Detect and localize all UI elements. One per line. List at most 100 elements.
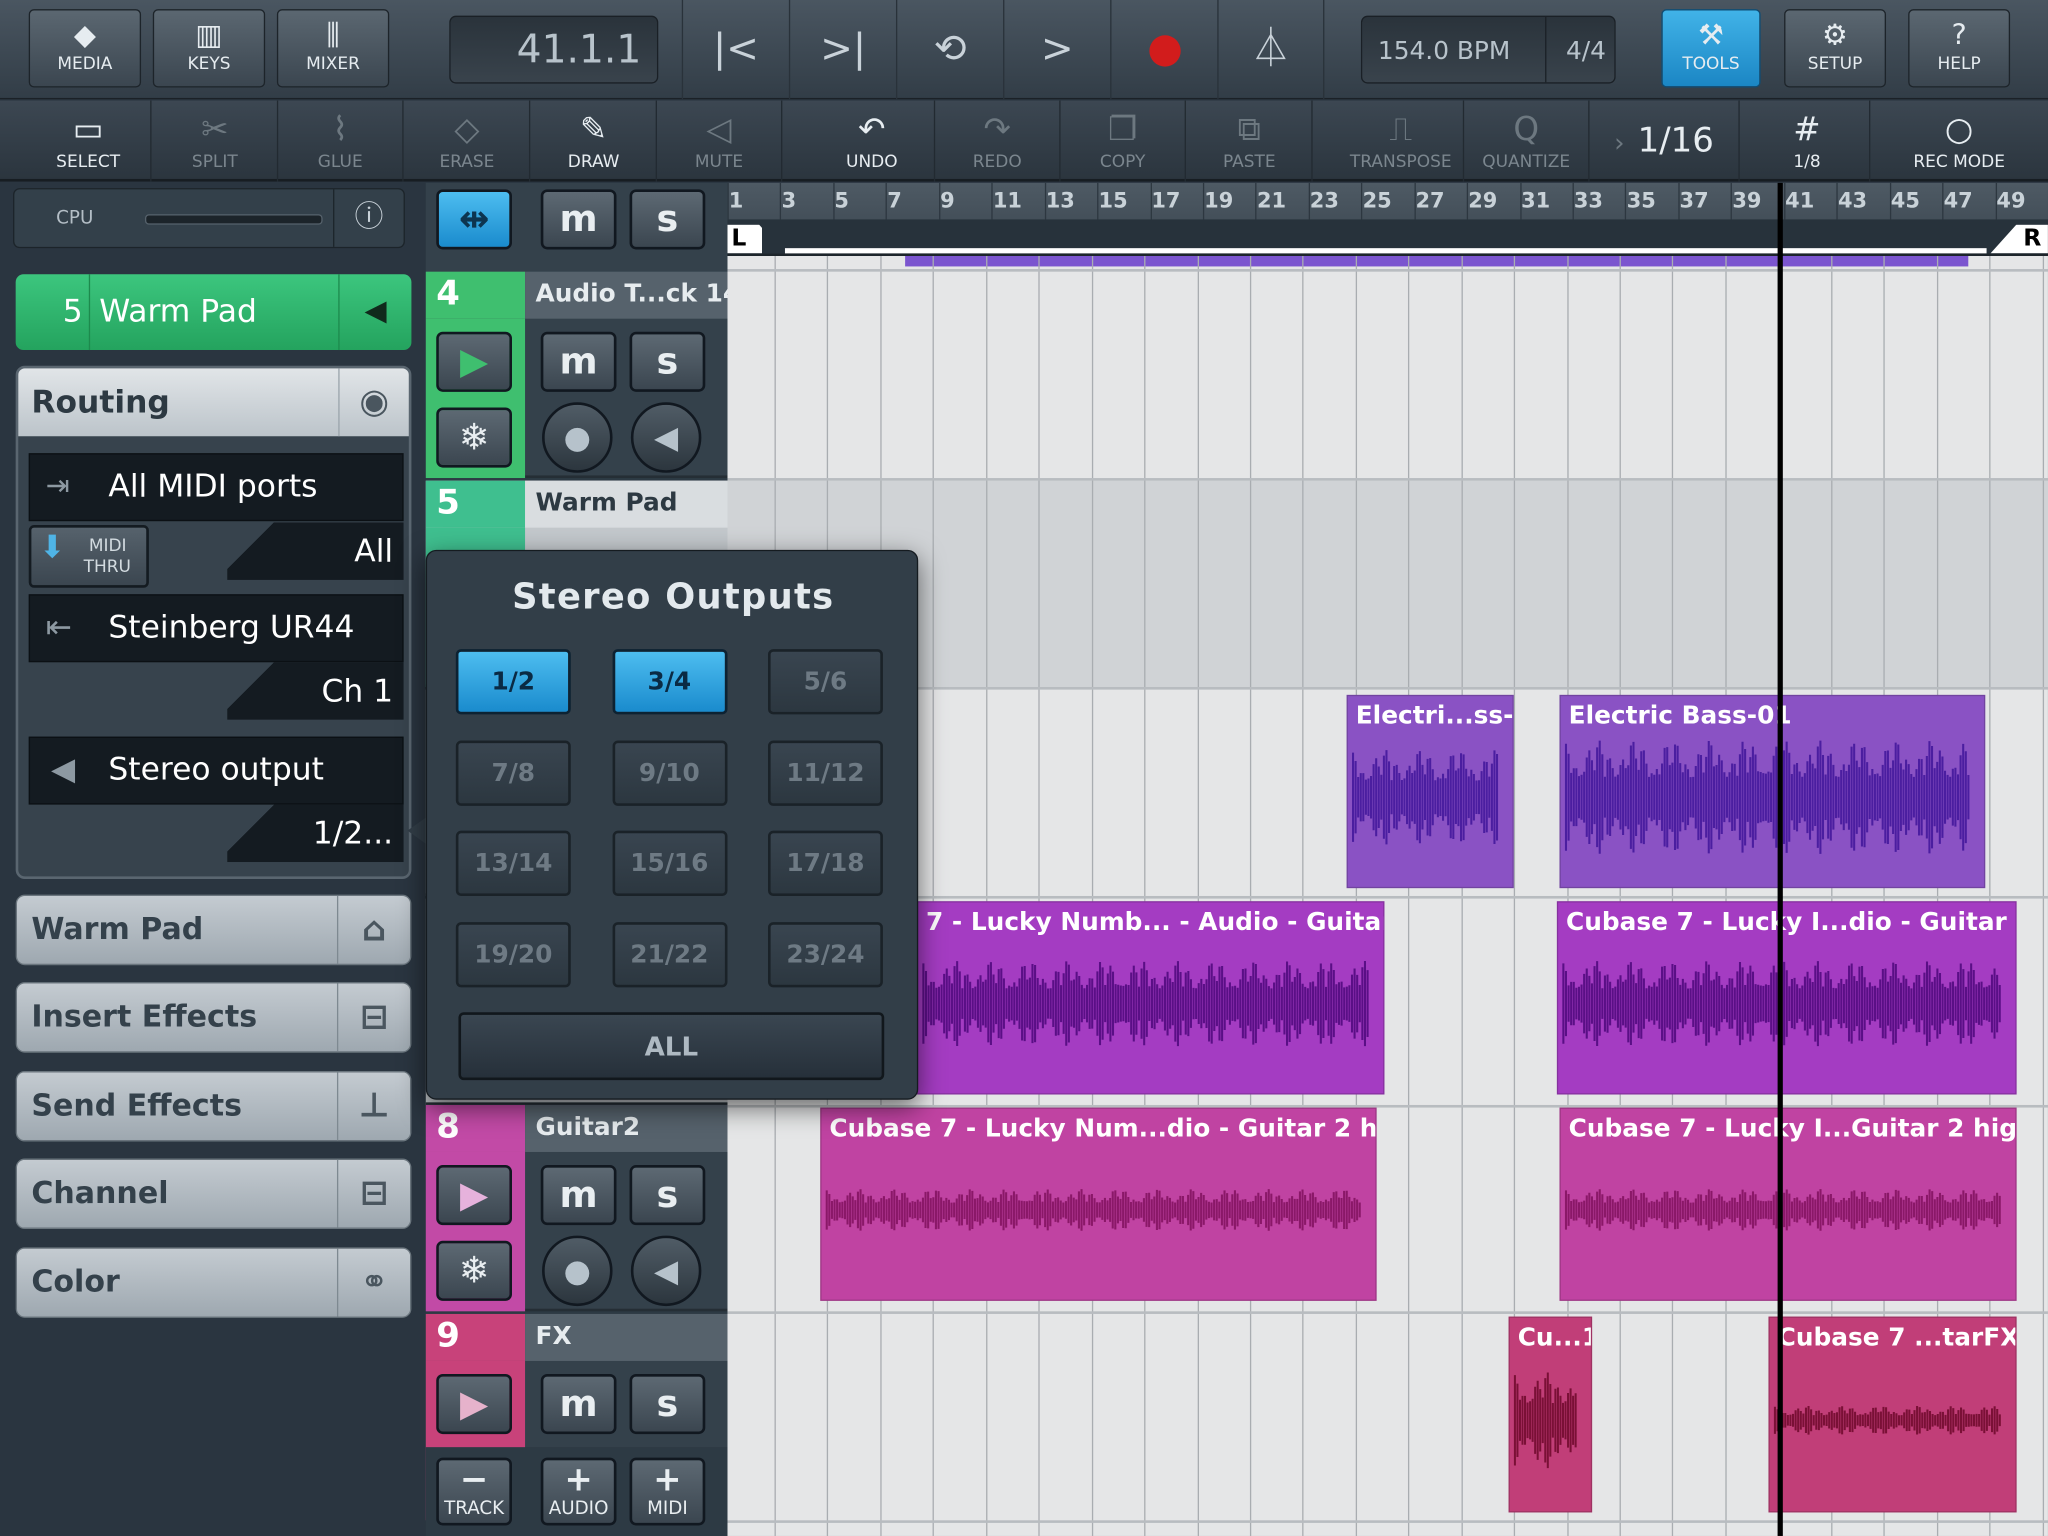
monitor-play-button[interactable]: ▶ bbox=[436, 331, 512, 392]
channel-section[interactable]: Channel ⊟ bbox=[15, 1158, 412, 1230]
instrument-section[interactable]: Warm Pad ⌂ bbox=[15, 894, 412, 966]
mute-button[interactable]: m bbox=[540, 1165, 617, 1226]
midi-channel-in[interactable]: All bbox=[227, 522, 404, 580]
quantize-value-selector[interactable]: › 1/16 bbox=[1590, 100, 1740, 182]
track-row[interactable]: 4 Audio T...ck 14 ▶ m s ❄ ● ◀ bbox=[425, 271, 728, 479]
remove-track-button[interactable]: − TRACK bbox=[436, 1457, 512, 1526]
transpose-button[interactable]: ⎍ TRANSPOSE bbox=[1339, 100, 1465, 182]
cycle-button[interactable]: ⟲ bbox=[895, 0, 1003, 100]
setup-button[interactable]: ⚙ SETUP bbox=[1784, 9, 1887, 88]
keys-button[interactable]: ▥ KEYS bbox=[152, 9, 266, 88]
position-display[interactable]: 41.1.1 bbox=[449, 15, 659, 84]
monitor-play-button[interactable]: ▶ bbox=[436, 1165, 512, 1226]
solo-button[interactable]: s bbox=[629, 1165, 706, 1226]
audio-clip[interactable]: Cubase 7 - Lucky Num...dio - Guitar 2 hi… bbox=[820, 1107, 1377, 1301]
mixer-button[interactable]: ⫼ MIXER bbox=[276, 9, 390, 88]
midi-output-selector[interactable]: ⇤ Steinberg UR44 bbox=[28, 594, 404, 663]
record-button[interactable] bbox=[1110, 0, 1217, 100]
copy-icon: ❐ bbox=[1107, 109, 1138, 148]
paste-button[interactable]: ⧉ PASTE bbox=[1187, 100, 1313, 182]
add-midi-track-button[interactable]: + MIDI bbox=[629, 1457, 706, 1526]
routing-header[interactable]: Routing ◉ bbox=[18, 368, 409, 437]
output-pair-button[interactable]: 3/4 bbox=[611, 649, 727, 715]
go-to-end-button[interactable]: >| bbox=[788, 0, 896, 100]
audio-clip[interactable]: Cu...1 bbox=[1508, 1316, 1593, 1513]
audio-clip[interactable]: Cubase 7 ...tarFX_01 bbox=[1768, 1316, 2017, 1513]
mute-button[interactable]: m bbox=[540, 331, 617, 392]
output-pair-button[interactable]: 19/20 bbox=[455, 921, 571, 987]
freeze-button[interactable]: ❄ bbox=[436, 407, 512, 468]
midi-channel-out[interactable]: Ch 1 bbox=[227, 662, 404, 720]
track-row[interactable]: 8 Guitar2 ▶ m s ❄ ● ◀ bbox=[425, 1104, 728, 1312]
mute-tool[interactable]: ◁ MUTE bbox=[657, 100, 783, 182]
glue-tool[interactable]: ⌇ GLUE bbox=[278, 100, 404, 182]
play-button[interactable]: > bbox=[1003, 0, 1110, 100]
erase-tool[interactable]: ◇ ERASE bbox=[405, 100, 531, 182]
global-mute-button[interactable]: m bbox=[540, 189, 617, 250]
instrument-icon: ⌂ bbox=[336, 895, 410, 964]
audio-output-selector[interactable]: ◀ Stereo output bbox=[28, 736, 404, 805]
audio-clip[interactable]: Electric Bass-01 bbox=[1559, 694, 1986, 889]
output-pair-button[interactable]: 17/18 bbox=[767, 830, 883, 896]
tempo-signature-display[interactable]: 154.0 BPM 4/4 bbox=[1360, 15, 1616, 84]
output-pair-button[interactable]: 15/16 bbox=[611, 830, 727, 896]
midi-thru-button[interactable]: ⬇ MIDI THRU bbox=[28, 525, 149, 588]
insert-effects-section[interactable]: Insert Effects ⊟ bbox=[15, 982, 412, 1053]
add-audio-track-button[interactable]: + AUDIO bbox=[540, 1457, 617, 1526]
output-pair-button[interactable]: 21/22 bbox=[611, 921, 727, 987]
record-enable-button[interactable]: ● bbox=[542, 402, 613, 473]
all-outputs-button[interactable]: ALL bbox=[458, 1012, 885, 1081]
split-tool[interactable]: ✂ SPLIT bbox=[153, 100, 279, 182]
send-effects-section[interactable]: Send Effects ⊥ bbox=[15, 1071, 412, 1142]
mute-button[interactable]: m bbox=[540, 1374, 617, 1435]
draw-tool[interactable]: ✎ DRAW bbox=[532, 100, 657, 182]
monitor-button[interactable]: ◀ bbox=[630, 1235, 702, 1307]
arrangement-grid[interactable]: Electri...ss-01 Electric Bass-01 7 - Lucky… bbox=[727, 255, 2048, 1536]
track-resize-button[interactable]: ⇹ bbox=[436, 189, 512, 250]
record-enable-button[interactable]: ● bbox=[542, 1235, 613, 1307]
audio-clip[interactable]: Cubase 7 - Lucky I...dio - Guitar 1_01 bbox=[1556, 901, 2017, 1095]
playhead[interactable] bbox=[1777, 182, 1783, 1536]
output-pair-button[interactable]: 9/10 bbox=[611, 739, 727, 806]
output-pair-button[interactable]: 13/14 bbox=[455, 830, 571, 896]
selected-track-header[interactable]: 5 Warm Pad ◀ bbox=[15, 274, 412, 351]
color-section[interactable]: Color ⚭ bbox=[15, 1247, 412, 1318]
tools-button[interactable]: ⚒ TOOLS bbox=[1661, 9, 1761, 88]
copy-button[interactable]: ❐ COPY bbox=[1061, 100, 1186, 182]
undo-button[interactable]: ↶ UNDO bbox=[810, 100, 936, 182]
collapse-inspector-icon[interactable]: ◀ bbox=[338, 274, 411, 351]
right-locator[interactable]: R bbox=[1990, 224, 2048, 254]
output-pair-button[interactable]: 5/6 bbox=[767, 649, 883, 715]
go-to-start-button[interactable]: |< bbox=[681, 0, 789, 100]
redo-button[interactable]: ↷ REDO bbox=[935, 100, 1061, 182]
select-tool[interactable]: ▭ SELECT bbox=[26, 100, 152, 182]
output-pair-button[interactable]: 7/8 bbox=[455, 739, 571, 806]
grid-button[interactable]: #1/8 bbox=[1745, 100, 1871, 182]
rec-mode-button[interactable]: ○ REC MODE bbox=[1896, 101, 2021, 182]
audio-clip[interactable]: Electri...ss-01 bbox=[1346, 694, 1514, 889]
monitor-button[interactable]: ◀ bbox=[630, 402, 702, 473]
alert-icon[interactable]: ⓘ bbox=[333, 189, 404, 247]
metronome-button[interactable]: ⏃ bbox=[1217, 0, 1325, 100]
audio-output-value[interactable]: 1/2... bbox=[227, 804, 404, 863]
left-locator[interactable]: L bbox=[727, 224, 785, 254]
output-pair-button[interactable]: 11/12 bbox=[767, 739, 883, 806]
play-icon: ▶ bbox=[460, 339, 489, 383]
audio-clip[interactable]: 7 - Lucky Numb... - Audio - Guitar 1_01 bbox=[916, 901, 1385, 1095]
quantize-button[interactable]: Q QUANTIZE bbox=[1464, 100, 1590, 182]
solo-button[interactable]: s bbox=[629, 1374, 706, 1435]
output-pair-button[interactable]: 23/24 bbox=[767, 921, 883, 987]
monitor-play-button[interactable]: ▶ bbox=[436, 1374, 512, 1435]
solo-button[interactable]: s bbox=[629, 331, 706, 392]
undo-icon: ↶ bbox=[858, 109, 886, 148]
freeze-button[interactable]: ❄ bbox=[436, 1240, 512, 1301]
media-button[interactable]: ◆ MEDIA bbox=[28, 9, 142, 88]
clip-partial[interactable] bbox=[905, 255, 1969, 267]
output-pair-button[interactable]: 1/2 bbox=[455, 649, 571, 715]
locator-bar[interactable]: L R bbox=[727, 219, 2048, 254]
global-solo-button[interactable]: s bbox=[629, 189, 706, 250]
midi-input-selector[interactable]: ⇥ All MIDI ports bbox=[28, 453, 404, 522]
lane-separator bbox=[727, 895, 2048, 899]
help-button[interactable]: ? HELP bbox=[1908, 9, 2011, 88]
audio-clip[interactable]: Cubase 7 - Lucky I...Guitar 2 high_01 bbox=[1559, 1107, 2017, 1301]
